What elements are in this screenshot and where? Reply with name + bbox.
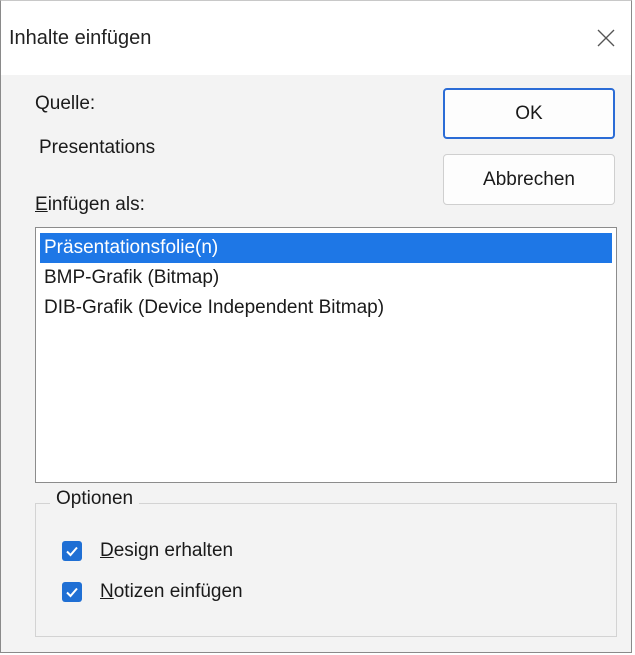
source-label: Quelle: [35,93,96,114]
keep-design-checkbox[interactable] [62,541,82,561]
title-bar: Inhalte einfügen [1,1,631,75]
insert-notes-label: Notizen einfügen [100,581,243,602]
keep-design-checkbox-row[interactable]: Design erhalten [62,540,233,562]
source-value: Presentations [39,137,156,158]
close-button[interactable] [589,21,623,55]
checkmark-icon [66,587,78,598]
paste-as-label: Einfügen als: [35,194,145,215]
list-item-presentation-slides[interactable]: Präsentationsfolie(n) [40,233,612,263]
checkmark-icon [66,546,78,557]
paste-special-dialog: Inhalte einfügen Quelle: Presentations E… [0,0,632,653]
close-icon [597,29,615,47]
keep-design-label: Design erhalten [100,540,234,561]
cancel-button[interactable]: Abbrechen [443,154,615,205]
ok-button[interactable]: OK [443,88,615,139]
insert-notes-checkbox-row[interactable]: Notizen einfügen [62,581,243,603]
paste-as-listbox[interactable]: Präsentationsfolie(n) BMP-Grafik (Bitmap… [35,227,617,483]
options-legend: Optionen [50,488,140,510]
options-group: Optionen Design erhalten Notizen einfüge… [35,488,617,637]
list-item-bmp-graphic[interactable]: BMP-Grafik (Bitmap) [40,263,612,293]
insert-notes-checkbox[interactable] [62,582,82,602]
list-item-dib-graphic[interactable]: DIB-Grafik (Device Independent Bitmap) [40,293,612,323]
window-title: Inhalte einfügen [9,27,152,49]
